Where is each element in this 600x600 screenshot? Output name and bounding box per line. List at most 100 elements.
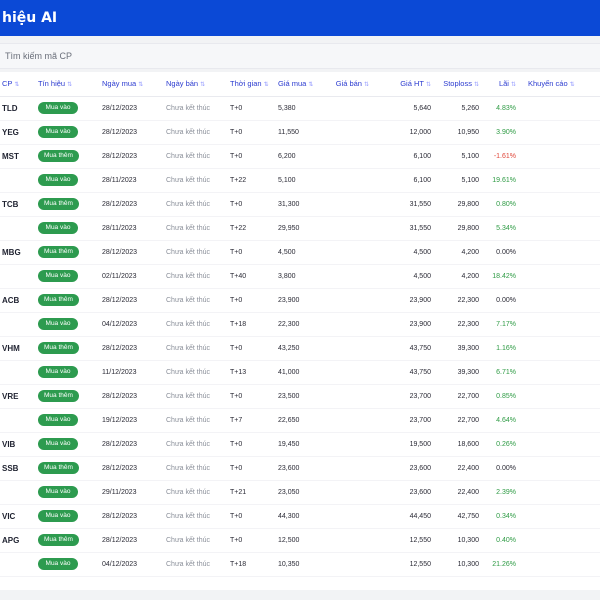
recommendation-cell — [516, 480, 600, 505]
column-header-recommendation[interactable]: Khuyến cáo ⇅ — [516, 72, 600, 97]
symbol-cell: APG — [0, 528, 38, 553]
table-row[interactable]: VIB Mua vào 28/12/2023 Chưa kết thúc T+0 19,4… — [0, 432, 600, 457]
column-header-buy-price[interactable]: Giá mua ⇅ — [278, 72, 316, 97]
table-row[interactable]: Mua vào 04/12/2023 Chưa kết thúc T+18 10,350… — [0, 552, 600, 577]
signal-cell: Mua vào — [38, 360, 102, 385]
profit-cell: 0.80% — [479, 192, 516, 217]
buy-date-cell: 28/11/2023 — [102, 216, 166, 241]
signal-badge: Mua vào — [38, 558, 78, 570]
table-row[interactable]: YEG Mua vào 28/12/2023 Chưa kết thúc T+0 11,5… — [0, 120, 600, 145]
table-row[interactable]: APG Mua thêm 28/12/2023 Chưa kết thúc T+0 12,… — [0, 528, 600, 553]
profit-cell: 4.64% — [479, 408, 516, 433]
time-cell: T+18 — [230, 552, 278, 577]
table-row[interactable]: SSB Mua thêm 28/12/2023 Chưa kết thúc T+0 23,… — [0, 456, 600, 481]
buy-price-cell: 12,500 — [278, 528, 316, 553]
buy-price-cell: 3,800 — [278, 264, 316, 289]
sell-date-cell: Chưa kết thúc — [166, 96, 230, 121]
table-row[interactable]: Mua vào 02/11/2023 Chưa kết thúc T+40 3,800 4… — [0, 264, 600, 289]
table-row[interactable]: VRE Mua thêm 28/12/2023 Chưa kết thúc T+0 23,… — [0, 384, 600, 409]
recommendation-cell — [516, 432, 600, 457]
sell-price-cell — [316, 504, 369, 529]
column-header-stoploss[interactable]: Stoploss ⇅ — [431, 72, 479, 97]
signal-badge: Mua thêm — [38, 342, 79, 354]
sell-date-cell: Chưa kết thúc — [166, 144, 230, 169]
table-row[interactable]: Mua vào 11/12/2023 Chưa kết thúc T+13 41,000… — [0, 360, 600, 385]
time-cell: T+0 — [230, 528, 278, 553]
signal-badge: Mua thêm — [38, 294, 79, 306]
recommendation-cell — [516, 456, 600, 481]
recommendation-cell — [516, 240, 600, 265]
stoploss-cell: 22,300 — [431, 312, 479, 337]
column-header-current-price[interactable]: Giá HT ⇅ — [369, 72, 431, 97]
profit-cell: 18.42% — [479, 264, 516, 289]
profit-cell: 7.17% — [479, 312, 516, 337]
sell-price-cell — [316, 96, 369, 121]
sort-icon: ⇅ — [263, 82, 269, 89]
current-price-cell: 19,500 — [369, 432, 431, 457]
table-row[interactable]: Mua vào 28/11/2023 Chưa kết thúc T+22 5,100 6… — [0, 168, 600, 193]
recommendation-cell — [516, 192, 600, 217]
sell-date-cell: Chưa kết thúc — [166, 528, 230, 553]
symbol-cell: VIB — [0, 432, 38, 457]
table-row[interactable]: MBG Mua thêm 28/12/2023 Chưa kết thúc T+0 4,5… — [0, 240, 600, 265]
buy-price-cell: 10,350 — [278, 552, 316, 577]
symbol-cell: MST — [0, 144, 38, 169]
buy-price-cell: 23,500 — [278, 384, 316, 409]
recommendation-cell — [516, 96, 600, 121]
signal-badge: Mua vào — [38, 438, 78, 450]
column-header-signal[interactable]: Tín hiệu ⇅ — [38, 72, 102, 97]
table-row[interactable]: VHM Mua thêm 28/12/2023 Chưa kết thúc T+0 43,… — [0, 336, 600, 361]
sell-price-cell — [316, 216, 369, 241]
buy-date-cell: 11/12/2023 — [102, 360, 166, 385]
recommendation-cell — [516, 552, 600, 577]
column-header-sell-date[interactable]: Ngày bán ⇅ — [166, 72, 230, 97]
table-row[interactable]: MST Mua thêm 28/12/2023 Chưa kết thúc T+0 6,2… — [0, 144, 600, 169]
sell-price-cell — [316, 360, 369, 385]
sell-date-cell: Chưa kết thúc — [166, 336, 230, 361]
sell-price-cell — [316, 240, 369, 265]
sell-date-cell: Chưa kết thúc — [166, 456, 230, 481]
recommendation-cell — [516, 216, 600, 241]
signal-cell: Mua thêm — [38, 528, 102, 553]
column-header-buy-date[interactable]: Ngày mua ⇅ — [102, 72, 166, 97]
current-price-cell: 4,500 — [369, 240, 431, 265]
table-row[interactable]: Mua vào 29/11/2023 Chưa kết thúc T+21 23,050… — [0, 480, 600, 505]
signal-cell: Mua thêm — [38, 288, 102, 313]
stoploss-cell: 22,400 — [431, 456, 479, 481]
buy-date-cell: 04/12/2023 — [102, 312, 166, 337]
time-cell: T+7 — [230, 408, 278, 433]
stoploss-cell: 5,100 — [431, 168, 479, 193]
stoploss-cell: 29,800 — [431, 216, 479, 241]
column-header-sell-price[interactable]: Giá bán ⇅ — [316, 72, 369, 97]
profit-cell: -1.61% — [479, 144, 516, 169]
table-row[interactable]: Mua vào 04/12/2023 Chưa kết thúc T+18 22,300… — [0, 312, 600, 337]
buy-price-cell: 5,100 — [278, 168, 316, 193]
buy-price-cell: 22,300 — [278, 312, 316, 337]
search-input[interactable] — [0, 44, 600, 68]
stoploss-cell: 10,950 — [431, 120, 479, 145]
stoploss-cell: 22,700 — [431, 384, 479, 409]
table-row[interactable]: Mua vào 19/12/2023 Chưa kết thúc T+7 22,650 2… — [0, 408, 600, 433]
table-row[interactable]: ACB Mua thêm 28/12/2023 Chưa kết thúc T+0 23,… — [0, 288, 600, 313]
time-cell: T+0 — [230, 384, 278, 409]
signal-cell: Mua vào — [38, 312, 102, 337]
recommendation-cell — [516, 168, 600, 193]
table-row[interactable]: Mua vào 28/11/2023 Chưa kết thúc T+22 29,950… — [0, 216, 600, 241]
current-price-cell: 31,550 — [369, 192, 431, 217]
signals-table-card: CP ⇅ Tín hiệu ⇅ Ngày mua ⇅ Ngày bán ⇅ Thời g… — [0, 72, 600, 590]
sell-price-cell — [316, 264, 369, 289]
table-row[interactable]: TCB Mua thêm 28/12/2023 Chưa kết thúc T+0 31,… — [0, 192, 600, 217]
current-price-cell: 6,100 — [369, 144, 431, 169]
column-header-time[interactable]: Thời gian ⇅ — [230, 72, 278, 97]
buy-date-cell: 28/12/2023 — [102, 336, 166, 361]
column-header-symbol[interactable]: CP ⇅ — [0, 72, 38, 97]
column-header-profit[interactable]: Lãi ⇅ — [479, 72, 516, 97]
time-cell: T+0 — [230, 144, 278, 169]
table-row[interactable]: TLD Mua vào 28/12/2023 Chưa kết thúc T+0 5,38… — [0, 96, 600, 121]
buy-date-cell: 28/12/2023 — [102, 240, 166, 265]
symbol-cell — [0, 360, 38, 385]
profit-cell: 0.40% — [479, 528, 516, 553]
signal-cell: Mua vào — [38, 264, 102, 289]
symbol-cell — [0, 552, 38, 577]
table-row[interactable]: VIC Mua vào 28/12/2023 Chưa kết thúc T+0 44,3… — [0, 504, 600, 529]
